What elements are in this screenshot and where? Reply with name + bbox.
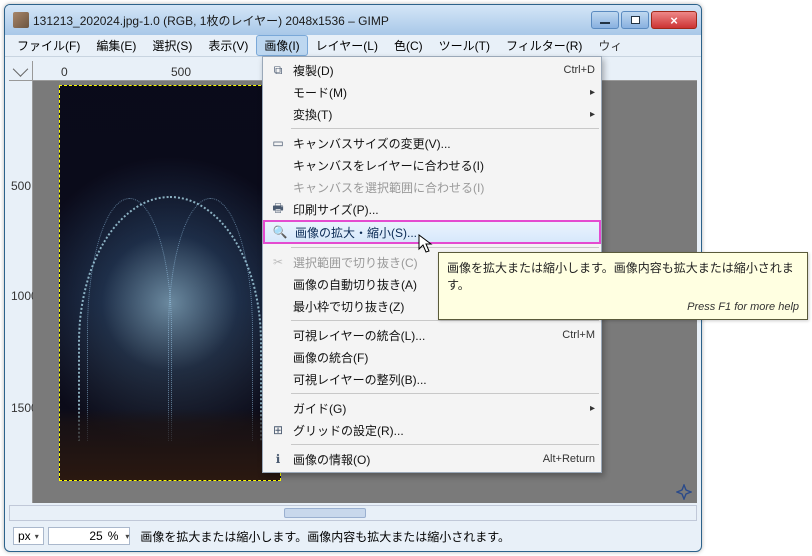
window-title: 131213_202024.jpg-1.0 (RGB, 1枚のレイヤー) 204…	[33, 12, 591, 29]
titlebar[interactable]: 131213_202024.jpg-1.0 (RGB, 1枚のレイヤー) 204…	[5, 5, 701, 35]
statusbar: px ▾ % ▾ 画像を拡大または縮小します。画像内容も拡大または縮小されます。	[9, 525, 697, 547]
tooltip-text: 画像を拡大または縮小します。画像内容も拡大または縮小されます。	[447, 259, 799, 293]
navigation-icon[interactable]	[675, 483, 693, 501]
menuitem-fit-canvas-selection: キャンバスを選択範囲に合わせる(I)	[263, 176, 601, 198]
menuitem-duplicate[interactable]: ⧉ 複製(D) Ctrl+D	[263, 59, 601, 81]
chevron-down-icon: ▾	[125, 532, 129, 541]
cursor-icon	[418, 234, 434, 254]
menu-windows[interactable]: ウィ	[590, 35, 630, 56]
scale-icon: 🔍	[269, 225, 291, 239]
submenu-arrow-icon: ▸	[584, 403, 595, 414]
zoom-unit: %	[105, 529, 122, 543]
menu-separator	[291, 444, 599, 445]
app-icon	[13, 12, 29, 28]
menu-filters[interactable]: フィルター(R)	[498, 35, 590, 56]
menuitem-image-properties[interactable]: ℹ 画像の情報(O) Alt+Return	[263, 448, 601, 470]
menuitem-align-visible[interactable]: 可視レイヤーの整列(B)...	[263, 368, 601, 390]
unit-select[interactable]: px ▾	[13, 527, 44, 545]
ruler-origin[interactable]	[9, 61, 33, 81]
submenu-arrow-icon: ▸	[584, 87, 595, 98]
menu-layer[interactable]: レイヤー(L)	[308, 35, 386, 56]
menuitem-print-size[interactable]: 🖶 印刷サイズ(P)...	[263, 198, 601, 220]
status-message: 画像を拡大または縮小します。画像内容も拡大または縮小されます。	[134, 528, 693, 545]
menuitem-guides[interactable]: ガイド(G)▸	[263, 397, 601, 419]
menubar: ファイル(F) 編集(E) 選択(S) 表示(V) 画像(I) レイヤー(L) …	[5, 35, 701, 57]
menuitem-merge-visible[interactable]: 可視レイヤーの統合(L)... Ctrl+M	[263, 324, 601, 346]
grid-icon: ⊞	[267, 423, 289, 437]
menu-separator	[291, 128, 599, 129]
crop-icon: ✂	[267, 255, 289, 269]
hruler-tick: 0	[61, 65, 68, 79]
duplicate-icon: ⧉	[267, 63, 289, 78]
menuitem-mode[interactable]: モード(M)▸	[263, 81, 601, 103]
menu-view[interactable]: 表示(V)	[200, 35, 256, 56]
unit-value: px	[18, 529, 31, 543]
submenu-arrow-icon: ▸	[584, 109, 595, 120]
menu-colors[interactable]: 色(C)	[386, 35, 431, 56]
horizontal-scrollbar[interactable]	[9, 505, 697, 521]
menu-separator	[291, 320, 599, 321]
zoom-control[interactable]: % ▾	[48, 527, 131, 545]
menuitem-canvas-size[interactable]: ▭ キャンバスサイズの変更(V)...	[263, 132, 601, 154]
menuitem-flatten[interactable]: 画像の統合(F)	[263, 346, 601, 368]
print-size-icon: 🖶	[267, 199, 289, 220]
zoom-input[interactable]	[49, 528, 105, 544]
info-icon: ℹ	[267, 452, 289, 466]
vruler-tick: 500	[11, 179, 31, 193]
close-button[interactable]: ×	[651, 11, 697, 29]
tooltip-help: Press F1 for more help	[447, 301, 799, 313]
menu-tools[interactable]: ツール(T)	[431, 35, 498, 56]
image-canvas[interactable]	[59, 85, 281, 481]
minimize-button[interactable]	[591, 11, 619, 29]
window-controls: ×	[591, 11, 697, 29]
menu-image[interactable]: 画像(I)	[256, 35, 307, 56]
menu-select[interactable]: 選択(S)	[144, 35, 200, 56]
vertical-ruler[interactable]: 0 500 1000 1500	[9, 61, 33, 503]
tooltip: 画像を拡大または縮小します。画像内容も拡大または縮小されます。 Press F1…	[438, 252, 808, 320]
image-content	[60, 86, 280, 480]
maximize-button[interactable]	[621, 11, 649, 29]
hruler-tick: 500	[171, 65, 191, 79]
menu-separator	[291, 393, 599, 394]
canvas-size-icon: ▭	[267, 136, 289, 150]
menuitem-transform[interactable]: 変換(T)▸	[263, 103, 601, 125]
menu-edit[interactable]: 編集(E)	[88, 35, 144, 56]
chevron-down-icon: ▾	[35, 532, 39, 541]
menu-file[interactable]: ファイル(F)	[9, 35, 88, 56]
menu-separator	[291, 247, 599, 248]
menuitem-configure-grid[interactable]: ⊞ グリッドの設定(R)...	[263, 419, 601, 441]
menuitem-fit-canvas-layers[interactable]: キャンバスをレイヤーに合わせる(I)	[263, 154, 601, 176]
